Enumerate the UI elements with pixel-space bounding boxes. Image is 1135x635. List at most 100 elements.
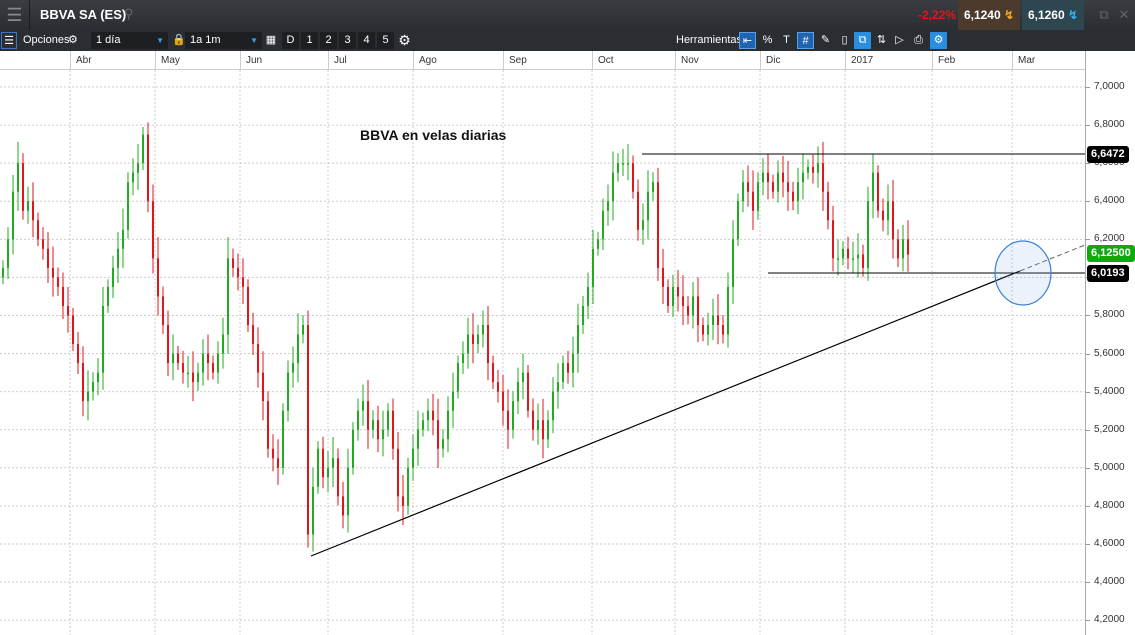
candle-up <box>647 191 649 221</box>
candle-down <box>77 344 79 364</box>
y-tick-label: 5,8000 <box>1094 309 1125 321</box>
candle-up <box>417 429 419 449</box>
candle-up <box>442 439 444 449</box>
candle-up <box>137 163 139 173</box>
candle-up <box>407 467 409 506</box>
candle-down <box>532 410 534 430</box>
candle-up <box>7 239 9 268</box>
candle-down <box>682 296 684 306</box>
candle-down <box>257 344 259 373</box>
candle-up <box>92 382 94 392</box>
candle-up <box>652 182 654 192</box>
candle-down <box>47 248 49 268</box>
candle-up <box>737 201 739 240</box>
candle-up <box>317 448 319 487</box>
support-price-label: 6,0193 <box>1087 265 1129 282</box>
candle-down <box>472 334 474 345</box>
candle-down <box>662 267 664 287</box>
candle-down <box>827 191 829 221</box>
candle-up <box>902 239 904 259</box>
candle-up <box>627 163 629 165</box>
candle-up <box>757 182 759 211</box>
candle-down <box>847 248 849 259</box>
candle-up <box>332 458 334 468</box>
candle-up <box>552 391 554 421</box>
candle-down <box>832 220 834 259</box>
candle-up <box>2 267 4 278</box>
candle-down <box>62 286 64 306</box>
candle-up <box>297 334 299 364</box>
candle-up <box>292 363 294 373</box>
candle-up <box>602 210 604 240</box>
y-tick-label: 5,0000 <box>1094 461 1125 473</box>
candle-down <box>747 182 749 192</box>
candle-down <box>882 210 884 221</box>
candle-down <box>722 325 724 335</box>
candle-up <box>802 172 804 183</box>
candle-down <box>772 182 774 192</box>
candle-up <box>117 248 119 268</box>
candle-down <box>437 420 439 449</box>
price-axis[interactable]: 7,00006,80006,60006,40006,20006,00005,80… <box>1085 51 1135 635</box>
candle-up <box>557 382 559 392</box>
candle-down <box>52 267 54 278</box>
candle-up <box>867 201 869 268</box>
candle-down <box>167 325 169 364</box>
candle-up <box>517 382 519 402</box>
candle-up <box>512 401 514 430</box>
candle-down <box>72 315 74 345</box>
y-tick-label: 6,2000 <box>1094 233 1125 245</box>
candle-up <box>197 372 199 383</box>
candle-down <box>677 286 679 297</box>
candle-down <box>162 296 164 325</box>
candlestick-chart[interactable] <box>0 0 1085 635</box>
y-tick <box>1086 505 1090 507</box>
candle-up <box>422 420 424 430</box>
candle-down <box>752 191 754 211</box>
candle-up <box>127 182 129 230</box>
candle-down <box>432 410 434 421</box>
candle-up <box>427 410 429 421</box>
candle-down <box>32 201 34 221</box>
candle-up <box>482 325 484 335</box>
y-tick-label: 7,0000 <box>1094 81 1125 92</box>
candle-up <box>582 305 584 325</box>
candle-down <box>82 363 84 402</box>
y-tick <box>1086 582 1090 584</box>
candle-down <box>157 258 159 297</box>
candle-up <box>562 363 564 383</box>
candle-down <box>767 172 769 183</box>
candle-down <box>247 286 249 325</box>
candle-up <box>817 163 819 173</box>
candle-down <box>667 286 669 306</box>
candle-down <box>37 220 39 240</box>
candle-up <box>27 201 29 211</box>
y-tick <box>1086 201 1090 203</box>
candle-down <box>507 410 509 430</box>
candle-down <box>252 325 254 345</box>
candle-up <box>777 172 779 192</box>
candle-down <box>392 410 394 449</box>
candle-up <box>642 220 644 230</box>
candle-up <box>87 391 89 402</box>
candle-up <box>187 372 189 375</box>
y-tick <box>1086 163 1090 165</box>
candle-down <box>177 353 179 364</box>
candle-up <box>587 286 589 306</box>
y-tick <box>1086 87 1090 88</box>
y-tick <box>1086 125 1090 127</box>
y-tick-label: 5,6000 <box>1094 347 1125 359</box>
y-tick-label: 6,4000 <box>1094 195 1125 207</box>
candle-down <box>22 163 24 211</box>
candle-down <box>782 172 784 183</box>
close-icon[interactable]: ✕ <box>1112 0 1135 30</box>
candle-down <box>367 401 369 430</box>
candle-up <box>217 353 219 373</box>
candle-down <box>232 258 234 268</box>
candle-down <box>402 496 404 506</box>
candle-up <box>102 305 104 373</box>
candle-down <box>492 363 494 383</box>
candle-down <box>892 201 894 240</box>
candle-up <box>352 429 354 468</box>
candle-up <box>282 410 284 468</box>
